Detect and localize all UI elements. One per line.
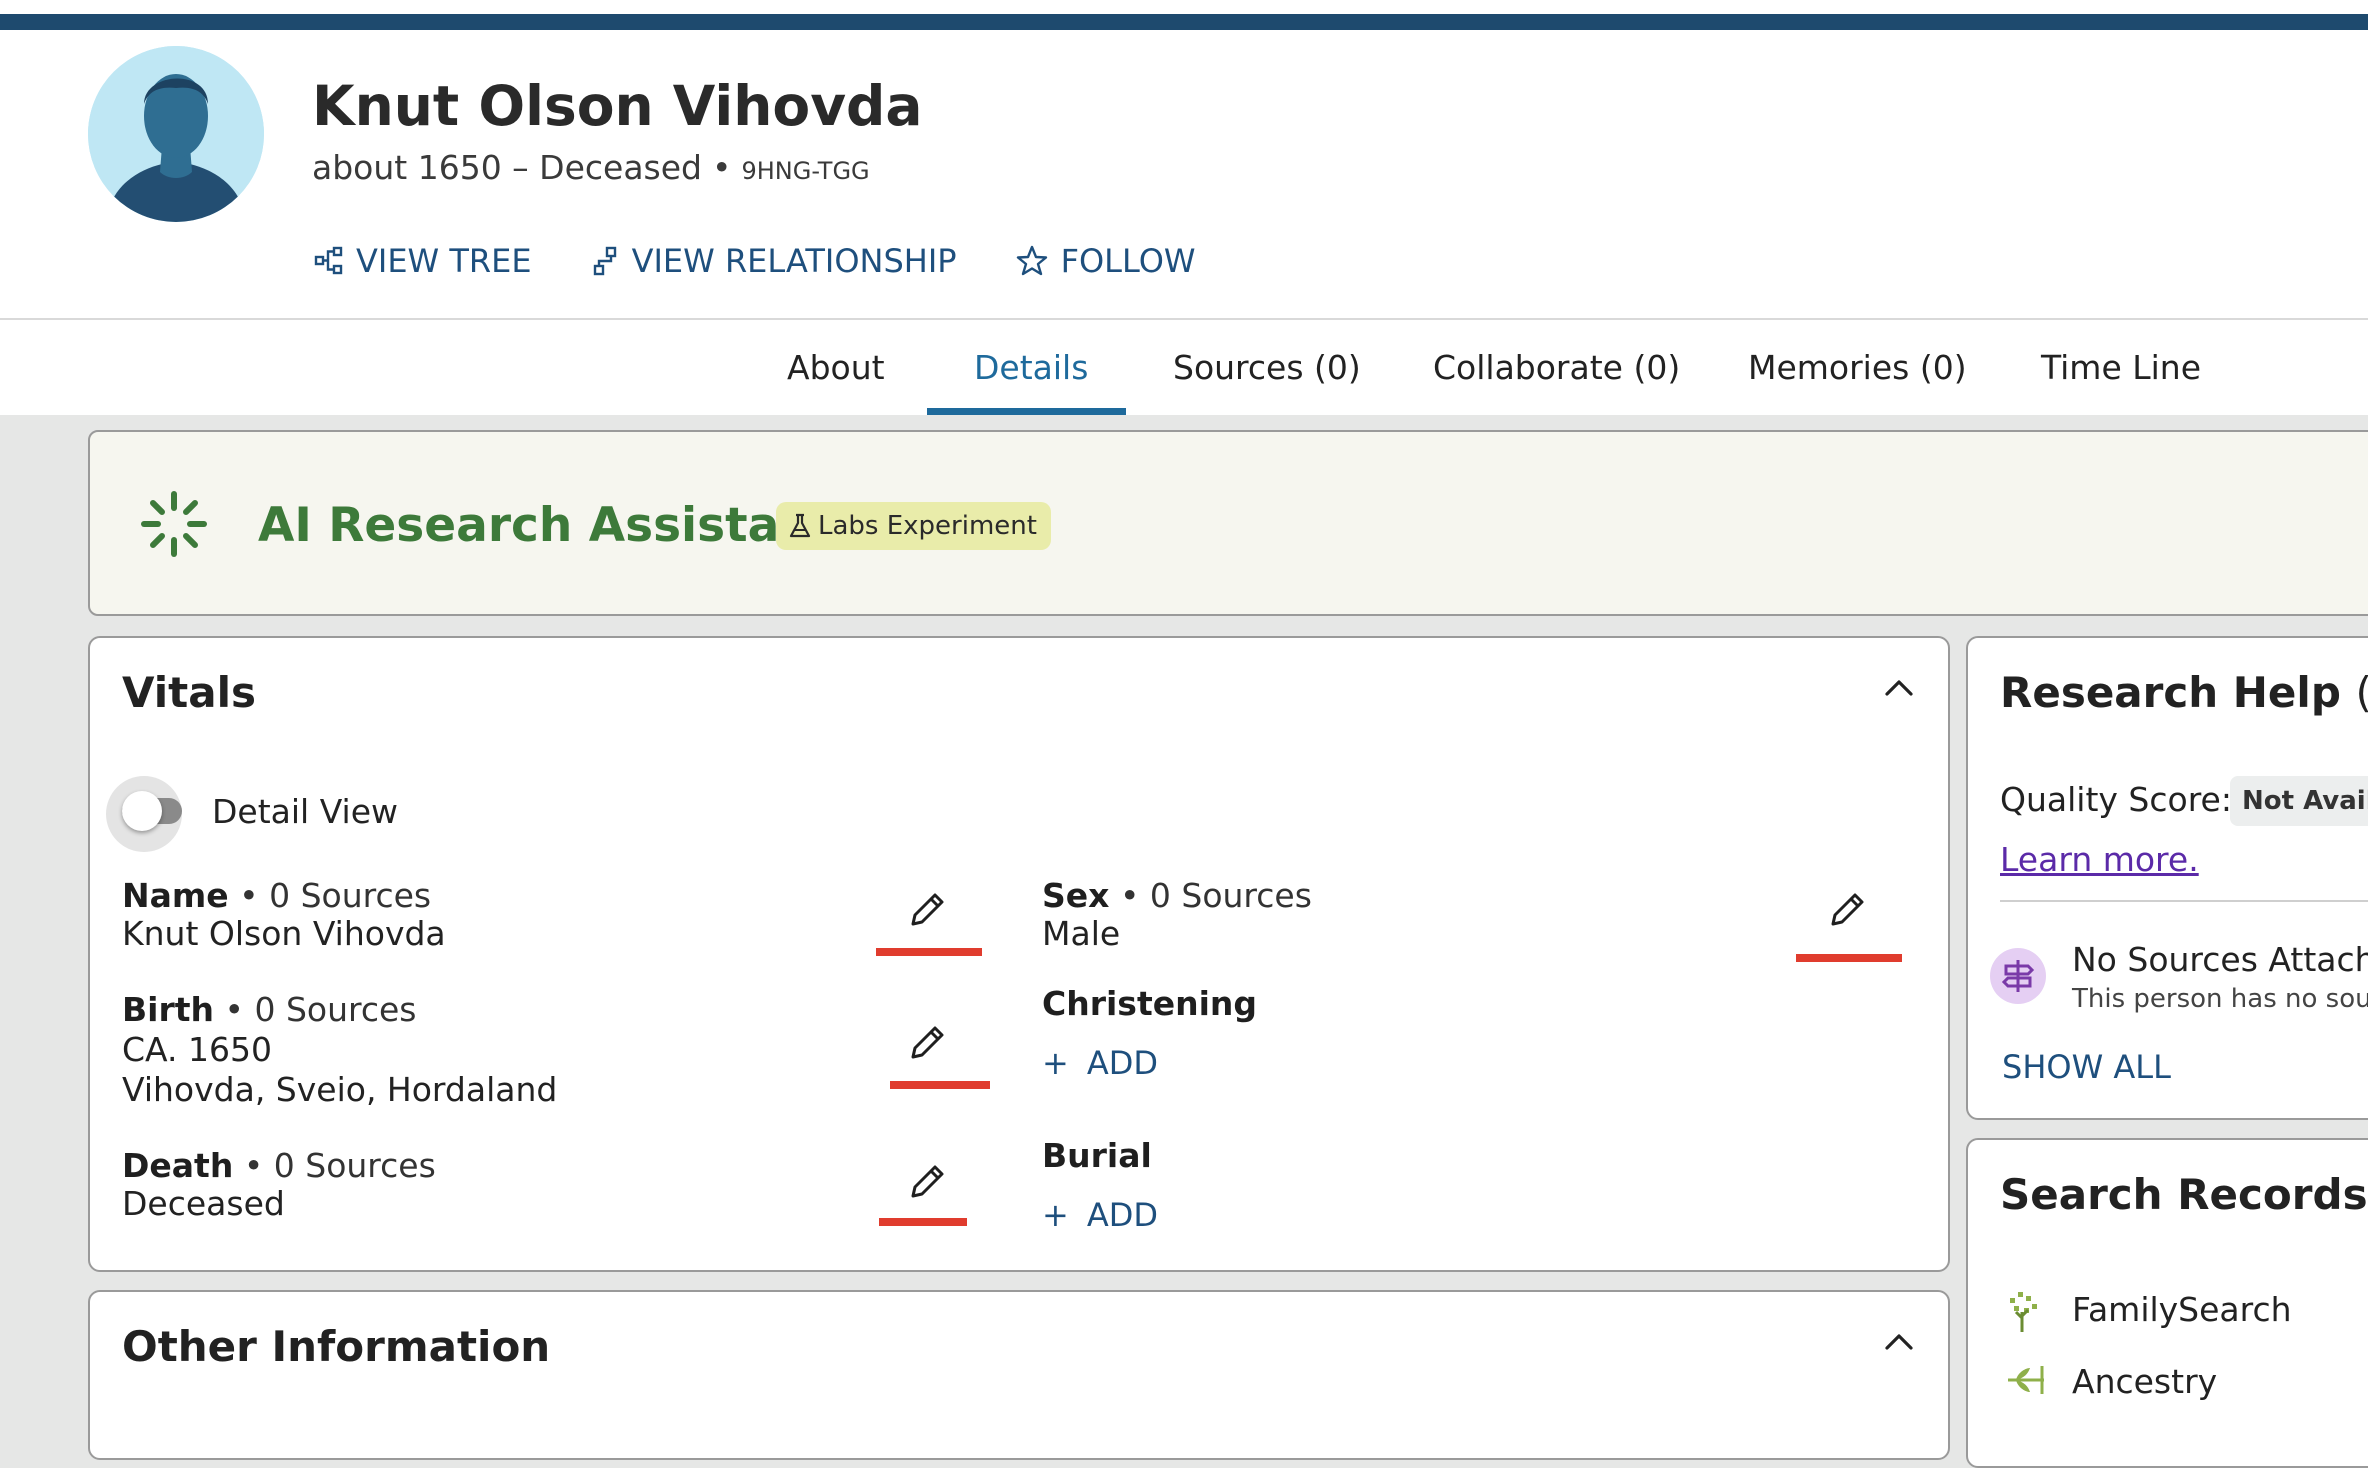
- add-burial-button[interactable]: + ADD: [1042, 1196, 1158, 1234]
- other-information-card: Other Information: [88, 1290, 1950, 1460]
- plus-icon: +: [1042, 1196, 1069, 1234]
- vitals-title: Vitals: [122, 668, 256, 717]
- ai-sparkle-icon: [141, 491, 207, 557]
- flask-icon: [789, 513, 811, 538]
- edit-sex-pencil-icon[interactable]: [1825, 888, 1869, 932]
- death-edit-highlight: [879, 1218, 967, 1226]
- birth-date: CA. 1650: [122, 1030, 272, 1069]
- signpost-icon: [2001, 960, 2035, 992]
- name-sources[interactable]: • 0 Sources: [239, 876, 431, 915]
- research-help-heading: Research Help (1): [2000, 668, 2368, 717]
- birth-place: Vihovda, Sveio, Hordaland: [122, 1070, 558, 1109]
- person-actions: VIEW TREE VIEW RELATIONSHIP FOLLOW: [314, 242, 1254, 280]
- labs-badge-label: Labs Experiment: [818, 511, 1037, 541]
- person-header: Knut Olson Vihovda about 1650 – Deceased…: [0, 30, 2368, 318]
- ancestry-leaf-icon: [2008, 1366, 2044, 1394]
- add-christening-button[interactable]: + ADD: [1042, 1044, 1158, 1082]
- edit-birth-pencil-icon[interactable]: [905, 1021, 949, 1065]
- christening-label-row: Christening: [1042, 984, 1257, 1023]
- tab-bar: About Details Sources (0) Collaborate (0…: [0, 318, 2368, 415]
- no-sources-description: This person has no source: [2072, 984, 2368, 1014]
- view-relationship-button[interactable]: VIEW RELATIONSHIP: [590, 242, 957, 280]
- tab-time-line[interactable]: Time Line: [2041, 320, 2201, 415]
- birth-label: Birth: [122, 990, 215, 1029]
- tab-sources[interactable]: Sources (0): [1173, 320, 1361, 415]
- ai-research-assistant-card[interactable]: AI Research Assistant Labs Experiment: [88, 430, 2368, 616]
- add-christening-label: ADD: [1086, 1044, 1158, 1082]
- person-name: Knut Olson Vihovda: [312, 74, 923, 138]
- quality-score-label: Quality Score:: [2000, 780, 2232, 819]
- top-stripe: [0, 14, 2368, 30]
- name-edit-highlight: [876, 948, 982, 956]
- add-burial-label: ADD: [1086, 1196, 1158, 1234]
- burial-label-row: Burial: [1042, 1136, 1152, 1175]
- star-icon: [1016, 245, 1047, 276]
- ancestry-link[interactable]: Ancestry: [2072, 1362, 2217, 1401]
- tab-about[interactable]: About: [787, 320, 885, 415]
- view-relationship-label: VIEW RELATIONSHIP: [631, 242, 957, 280]
- familysearch-link[interactable]: FamilySearch: [2072, 1290, 2292, 1329]
- name-label: Name: [122, 876, 229, 915]
- edit-name-pencil-icon[interactable]: [905, 888, 949, 932]
- other-information-title: Other Information: [122, 1322, 551, 1371]
- birth-edit-highlight: [890, 1081, 990, 1089]
- burial-label: Burial: [1042, 1136, 1152, 1175]
- familysearch-tree-icon: [2010, 1292, 2037, 1332]
- research-help-title: Research Help: [2000, 668, 2341, 717]
- sex-label: Sex: [1042, 876, 1110, 915]
- search-records-card: Search Records FamilySearch Ancestry: [1966, 1138, 2368, 1468]
- person-silhouette-icon: [88, 46, 264, 222]
- person-id[interactable]: 9HNG-TGG: [741, 157, 869, 185]
- person-meta: about 1650 – Deceased • 9HNG-TGG: [312, 148, 870, 187]
- birth-sources[interactable]: • 0 Sources: [225, 990, 417, 1029]
- vitals-card: Vitals Detail View Name • 0 Sources Knut…: [88, 636, 1950, 1272]
- death-label: Death: [122, 1146, 234, 1185]
- sex-value: Male: [1042, 914, 1121, 953]
- detail-view-label: Detail View: [212, 792, 399, 831]
- tree-icon: [314, 246, 343, 275]
- death-sources[interactable]: • 0 Sources: [244, 1146, 436, 1185]
- name-value: Knut Olson Vihovda: [122, 914, 446, 953]
- tab-memories[interactable]: Memories (0): [1748, 320, 1967, 415]
- no-sources-icon: [1990, 948, 2046, 1004]
- meta-separator: •: [712, 148, 732, 187]
- research-help-divider: [2000, 900, 2368, 902]
- active-tab-indicator: [927, 408, 1126, 415]
- sex-edit-highlight: [1796, 954, 1902, 962]
- quality-score-badge: Not Availa: [2230, 776, 2368, 826]
- follow-button[interactable]: FOLLOW: [1015, 242, 1196, 280]
- edit-death-pencil-icon[interactable]: [905, 1160, 949, 1204]
- research-help-card: Research Help (1) Quality Score: Not Ava…: [1966, 636, 2368, 1120]
- chevron-up-icon[interactable]: [1884, 1332, 1914, 1352]
- sex-sources[interactable]: • 0 Sources: [1120, 876, 1312, 915]
- name-label-row: Name • 0 Sources: [122, 876, 431, 915]
- avatar[interactable]: [88, 46, 264, 222]
- ai-assistant-title: AI Research Assistant: [258, 498, 836, 553]
- research-help-count: (1): [2356, 668, 2368, 717]
- relationship-icon: [593, 246, 616, 276]
- view-tree-button[interactable]: VIEW TREE: [314, 242, 532, 280]
- learn-more-link[interactable]: Learn more.: [2000, 840, 2199, 879]
- follow-label: FOLLOW: [1060, 242, 1196, 280]
- search-records-title: Search Records: [2000, 1170, 2368, 1219]
- death-label-row: Death • 0 Sources: [122, 1146, 436, 1185]
- death-value: Deceased: [122, 1184, 285, 1223]
- detail-view-toggle[interactable]: [122, 791, 162, 831]
- labs-experiment-badge: Labs Experiment: [776, 502, 1051, 550]
- christening-label: Christening: [1042, 984, 1258, 1023]
- show-all-button[interactable]: SHOW ALL: [2002, 1048, 2171, 1086]
- plus-icon: +: [1042, 1044, 1069, 1082]
- view-tree-label: VIEW TREE: [356, 242, 532, 280]
- sex-label-row: Sex • 0 Sources: [1042, 876, 1312, 915]
- birth-label-row: Birth • 0 Sources: [122, 990, 417, 1029]
- tab-details[interactable]: Details: [974, 320, 1088, 415]
- chevron-up-icon[interactable]: [1884, 678, 1914, 698]
- top-bar: [0, 0, 2368, 30]
- tab-collaborate[interactable]: Collaborate (0): [1433, 320, 1680, 415]
- no-sources-title[interactable]: No Sources Attache: [2072, 940, 2368, 979]
- person-lifespan: about 1650 – Deceased: [312, 148, 702, 187]
